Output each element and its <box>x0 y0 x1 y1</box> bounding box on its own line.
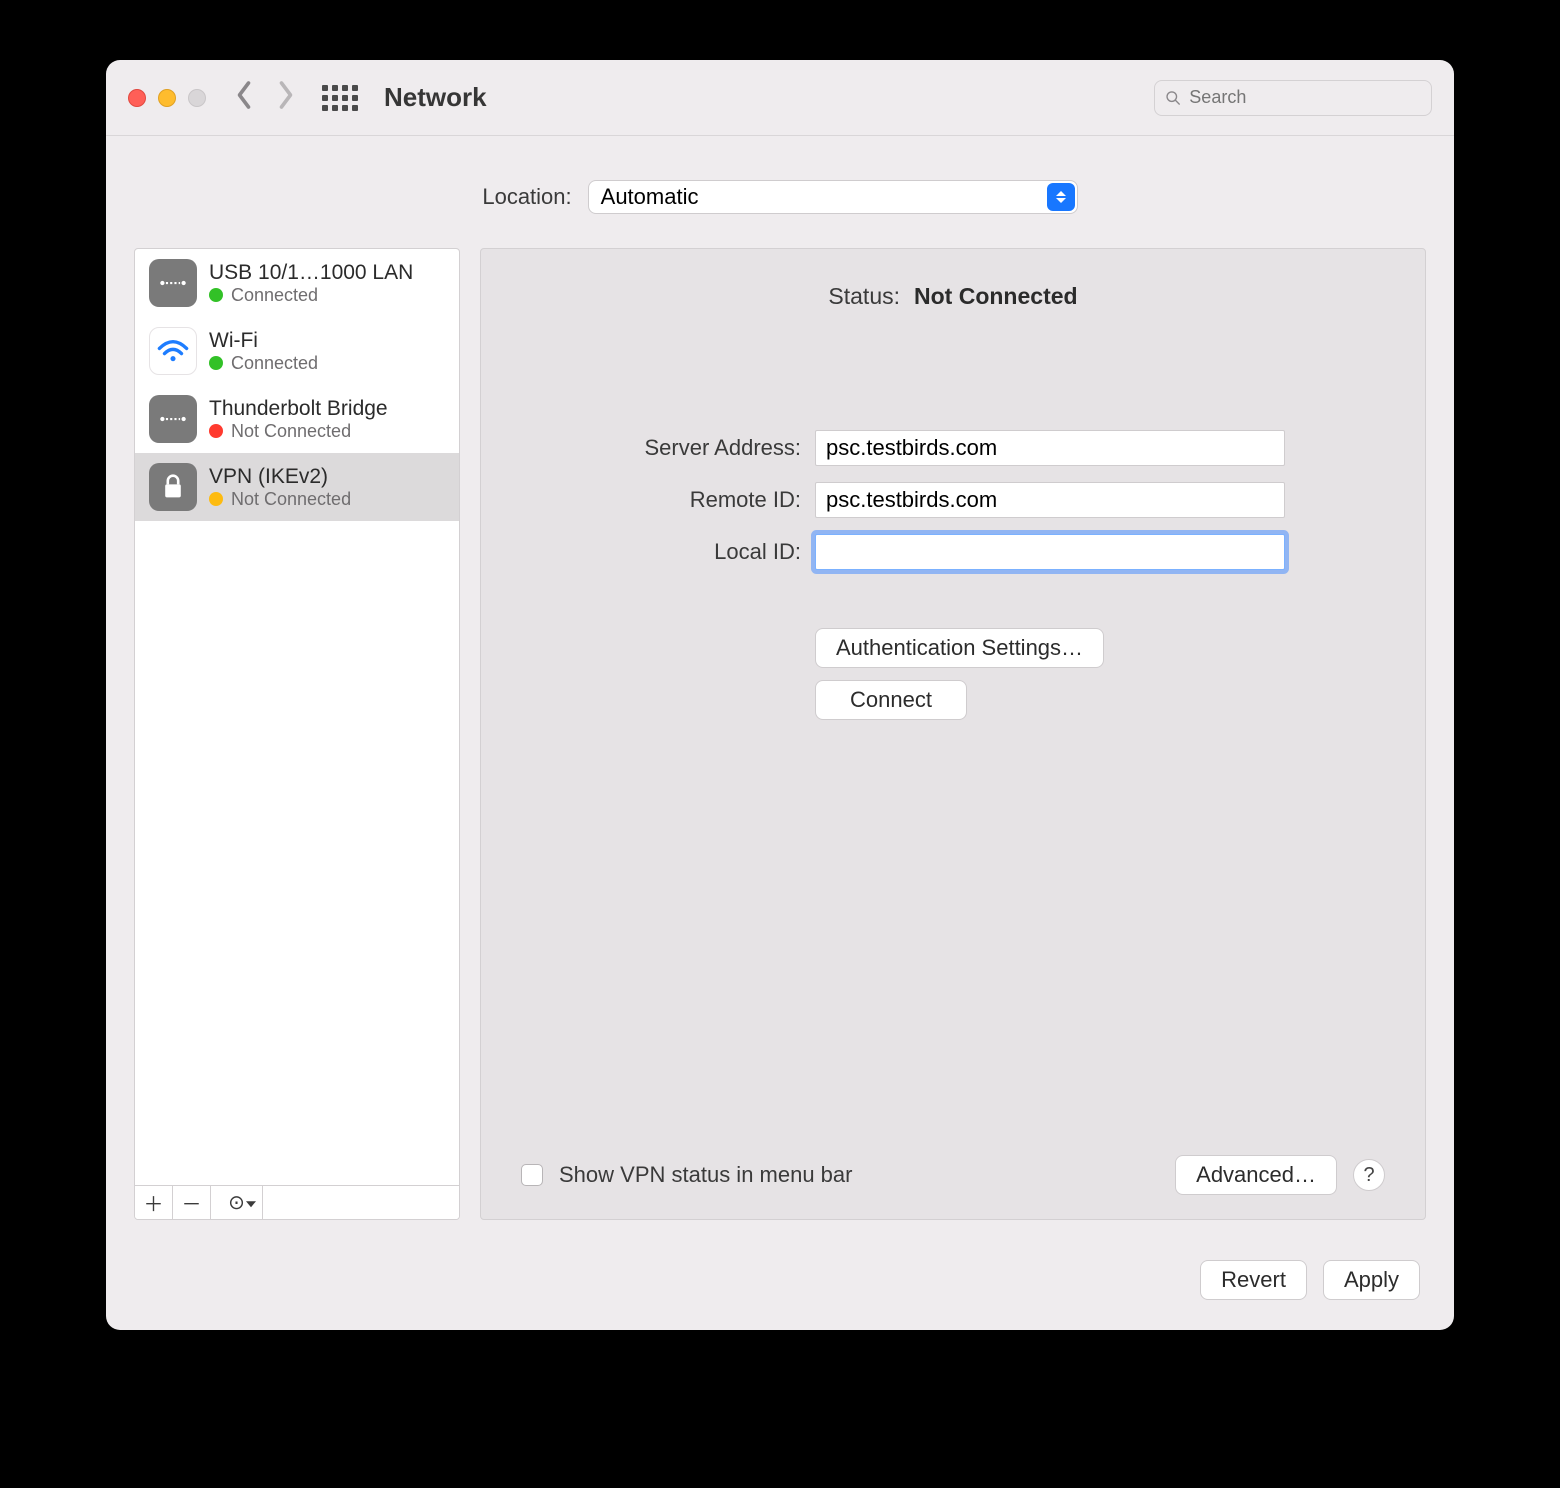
status-dot-icon <box>209 424 223 438</box>
add-service-button[interactable]: ＋ <box>135 1186 173 1219</box>
remote-id-row: Remote ID: <box>521 482 1385 518</box>
lock-icon <box>149 463 197 511</box>
main-split: USB 10/1…1000 LAN Connected Wi-Fi <box>106 248 1454 1240</box>
service-status: Connected <box>209 285 413 306</box>
thunderbolt-icon <box>149 395 197 443</box>
show-vpn-status-checkbox[interactable] <box>521 1164 543 1186</box>
authentication-settings-button[interactable]: Authentication Settings… <box>815 628 1104 668</box>
form-buttons: Authentication Settings… Connect <box>815 628 1385 720</box>
window-footer: Revert Apply <box>106 1240 1454 1330</box>
local-id-label: Local ID: <box>521 539 801 565</box>
service-actions-button[interactable]: ⊙ <box>211 1186 263 1219</box>
remote-id-input[interactable] <box>815 482 1285 518</box>
revert-button[interactable]: Revert <box>1200 1260 1307 1300</box>
advanced-button[interactable]: Advanced… <box>1175 1155 1337 1195</box>
chevrons-icon <box>1047 183 1075 211</box>
service-name: Wi-Fi <box>209 329 318 353</box>
service-name: Thunderbolt Bridge <box>209 397 388 421</box>
show-all-preferences-button[interactable] <box>322 85 358 111</box>
minimize-window-button[interactable] <box>158 89 176 107</box>
nav-arrows <box>234 80 296 115</box>
forward-button[interactable] <box>276 80 296 115</box>
search-input[interactable] <box>1189 87 1421 108</box>
status-dot-icon <box>209 492 223 506</box>
service-item[interactable]: VPN (IKEv2) Not Connected <box>135 453 459 521</box>
service-item[interactable]: Wi-Fi Connected <box>135 317 459 385</box>
ethernet-icon <box>149 259 197 307</box>
zoom-window-button[interactable] <box>188 89 206 107</box>
remote-id-label: Remote ID: <box>521 487 801 513</box>
location-label: Location: <box>482 184 571 210</box>
service-detail-pane: Status: Not Connected Server Address: Re… <box>480 248 1426 1220</box>
sidebar-footer: ＋ － ⊙ <box>135 1185 459 1219</box>
apply-button[interactable]: Apply <box>1323 1260 1420 1300</box>
show-vpn-status-label: Show VPN status in menu bar <box>559 1162 1159 1188</box>
local-id-input[interactable] <box>815 534 1285 570</box>
status-dot-icon <box>209 356 223 370</box>
service-name: USB 10/1…1000 LAN <box>209 261 413 285</box>
sidebar-footer-spacer <box>263 1186 459 1219</box>
help-button[interactable]: ? <box>1353 1159 1385 1191</box>
service-status: Not Connected <box>209 489 351 510</box>
window-controls <box>128 89 206 107</box>
search-icon <box>1165 89 1181 107</box>
titlebar: Network <box>106 60 1454 136</box>
search-field[interactable] <box>1154 80 1432 116</box>
connect-button[interactable]: Connect <box>815 680 967 720</box>
network-preferences-window: Network Location: Automatic <box>106 60 1454 1330</box>
location-value: Automatic <box>601 184 699 210</box>
status-label: Status: <box>828 283 900 310</box>
service-name: VPN (IKEv2) <box>209 465 351 489</box>
service-item[interactable]: Thunderbolt Bridge Not Connected <box>135 385 459 453</box>
close-window-button[interactable] <box>128 89 146 107</box>
server-address-row: Server Address: <box>521 430 1385 466</box>
local-id-row: Local ID: <box>521 534 1385 570</box>
remove-service-button[interactable]: － <box>173 1186 211 1219</box>
service-item[interactable]: USB 10/1…1000 LAN Connected <box>135 249 459 317</box>
wifi-icon <box>149 327 197 375</box>
location-select[interactable]: Automatic <box>588 180 1078 214</box>
connection-status: Status: Not Connected <box>521 283 1385 310</box>
service-status: Not Connected <box>209 421 388 442</box>
window-title: Network <box>384 82 487 113</box>
server-address-input[interactable] <box>815 430 1285 466</box>
service-sidebar: USB 10/1…1000 LAN Connected Wi-Fi <box>134 248 460 1220</box>
back-button[interactable] <box>234 80 254 115</box>
vpn-form: Server Address: Remote ID: Local ID: Aut… <box>521 430 1385 720</box>
server-address-label: Server Address: <box>521 435 801 461</box>
detail-footer: Show VPN status in menu bar Advanced… ? <box>521 1155 1385 1195</box>
service-list: USB 10/1…1000 LAN Connected Wi-Fi <box>135 249 459 1185</box>
location-row: Location: Automatic <box>106 180 1454 214</box>
service-status: Connected <box>209 353 318 374</box>
status-dot-icon <box>209 288 223 302</box>
status-value: Not Connected <box>914 283 1078 310</box>
